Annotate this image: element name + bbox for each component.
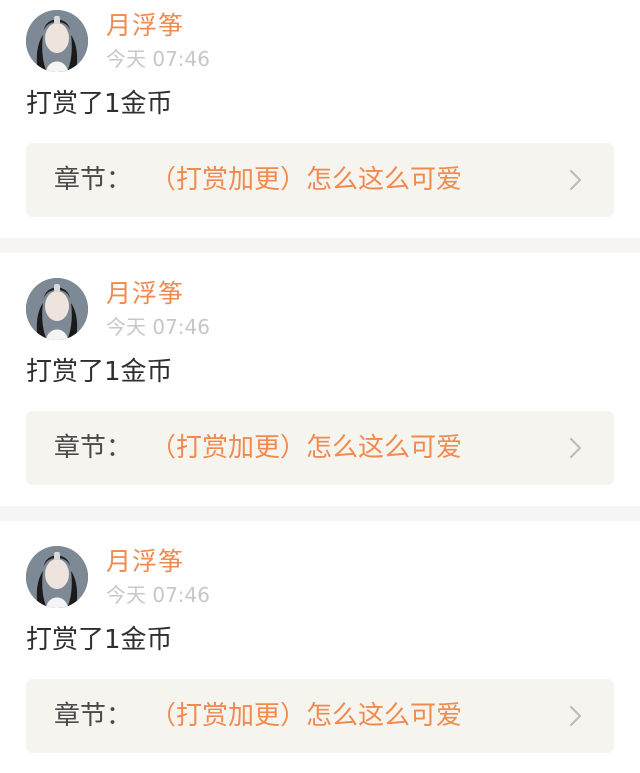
username[interactable]: 月浮筝 [106, 11, 210, 41]
chapter-label: 章节： [54, 701, 133, 731]
card-header: 月浮筝 今天 07:46 [26, 546, 614, 608]
chapter-label: 章节： [54, 165, 133, 195]
username[interactable]: 月浮筝 [106, 547, 210, 577]
chapter-title: （打赏加更）怎么这么可爱 [150, 165, 463, 195]
reward-action-text: 打赏了1金币 [26, 357, 173, 387]
chapter-link[interactable]: 章节： （打赏加更）怎么这么可爱 [26, 679, 614, 753]
chevron-right-icon [566, 169, 586, 191]
reward-card: 月浮筝 今天 07:46 打赏了1金币 章节： （打赏加更）怎么这么可爱 [0, 253, 640, 506]
reward-action-text: 打赏了1金币 [26, 625, 173, 655]
avatar[interactable] [26, 10, 88, 72]
user-avatar-icon [26, 546, 88, 608]
reward-card: 月浮筝 今天 07:46 打赏了1金币 章节： （打赏加更）怎么这么可爱 [0, 0, 640, 238]
chevron-right-icon [566, 705, 586, 727]
chapter-label: 章节： [54, 433, 133, 463]
username[interactable]: 月浮筝 [106, 279, 210, 309]
reward-feed: 月浮筝 今天 07:46 打赏了1金币 章节： （打赏加更）怎么这么可爱 月浮筝… [0, 0, 640, 773]
user-meta: 月浮筝 今天 07:46 [106, 546, 210, 608]
chapter-title: （打赏加更）怎么这么可爱 [150, 433, 463, 463]
timestamp: 今天 07:46 [106, 315, 210, 339]
user-meta: 月浮筝 今天 07:46 [106, 278, 210, 340]
reward-action-text: 打赏了1金币 [26, 89, 173, 119]
timestamp: 今天 07:46 [106, 583, 210, 607]
reward-card: 月浮筝 今天 07:46 打赏了1金币 章节： （打赏加更）怎么这么可爱 [0, 521, 640, 773]
user-avatar-icon [26, 278, 88, 340]
chapter-title: （打赏加更）怎么这么可爱 [150, 701, 463, 731]
chapter-link[interactable]: 章节： （打赏加更）怎么这么可爱 [26, 143, 614, 217]
user-meta: 月浮筝 今天 07:46 [106, 10, 210, 72]
avatar[interactable] [26, 278, 88, 340]
chapter-link[interactable]: 章节： （打赏加更）怎么这么可爱 [26, 411, 614, 485]
user-avatar-icon [26, 10, 88, 72]
card-header: 月浮筝 今天 07:46 [26, 10, 614, 72]
avatar[interactable] [26, 546, 88, 608]
timestamp: 今天 07:46 [106, 47, 210, 71]
chevron-right-icon [566, 437, 586, 459]
card-header: 月浮筝 今天 07:46 [26, 278, 614, 340]
